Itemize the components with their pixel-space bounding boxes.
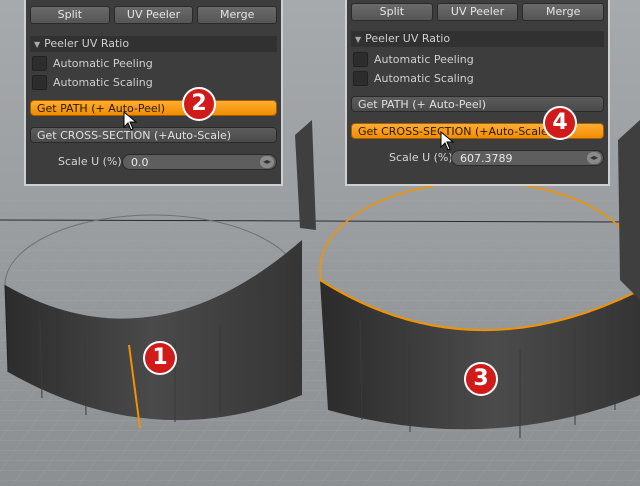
checkbox-label: Automatic Peeling xyxy=(374,52,474,66)
spinner-icon[interactable]: ◂▸ xyxy=(587,152,601,164)
scale-u-input[interactable]: 0.0 ◂▸ xyxy=(122,154,277,170)
checkbox-label: Automatic Peeling xyxy=(53,56,153,70)
mouse-cursor-icon xyxy=(123,111,138,131)
uv-tools-panel-left: Split UV Peeler Merge ▼ Peeler UV Ratio A… xyxy=(24,0,283,186)
checkbox-box[interactable] xyxy=(353,51,368,67)
get-cross-section-button[interactable]: Get CROSS-SECTION (+Auto-Scale) xyxy=(30,127,277,143)
mouse-cursor-icon xyxy=(440,131,455,151)
triangle-down-icon: ▼ xyxy=(34,40,41,49)
checkbox-label: Automatic Scaling xyxy=(374,71,474,85)
scale-u-value: 607.3789 xyxy=(460,152,513,165)
merge-button[interactable]: Merge xyxy=(197,6,278,24)
scale-u-input[interactable]: 607.3789 ◂▸ xyxy=(451,150,604,166)
section-title: Peeler UV Ratio xyxy=(44,37,130,50)
automatic-peeling-checkbox[interactable]: Automatic Peeling xyxy=(32,55,153,71)
peeler-uv-ratio-section[interactable]: ▼ Peeler UV Ratio xyxy=(351,31,604,47)
step-badge-1: 1 xyxy=(143,341,177,375)
split-button[interactable]: Split xyxy=(30,6,110,24)
scale-u-row: Scale U (%) 607.3789 ◂▸ xyxy=(351,149,604,167)
triangle-down-icon: ▼ xyxy=(355,35,362,44)
top-button-row: Split UV Peeler Merge xyxy=(351,3,605,21)
merge-button[interactable]: Merge xyxy=(522,3,605,21)
checkbox-box[interactable] xyxy=(353,70,368,86)
section-title: Peeler UV Ratio xyxy=(365,32,451,45)
scale-u-label: Scale U (%) xyxy=(389,151,453,164)
peeler-uv-ratio-section[interactable]: ▼ Peeler UV Ratio xyxy=(30,36,277,52)
scale-u-row: Scale U (%) 0.0 ◂▸ xyxy=(30,153,277,171)
spinner-icon[interactable]: ◂▸ xyxy=(260,156,274,168)
automatic-peeling-checkbox[interactable]: Automatic Peeling xyxy=(353,51,474,67)
step-badge-4: 4 xyxy=(543,106,577,140)
uv-tools-panel-right: Split UV Peeler Merge ▼ Peeler UV Ratio A… xyxy=(345,0,610,186)
checkbox-label: Automatic Scaling xyxy=(53,75,153,89)
automatic-scaling-checkbox[interactable]: Automatic Scaling xyxy=(353,70,474,86)
top-button-row: Split UV Peeler Merge xyxy=(30,6,278,24)
step-badge-3: 3 xyxy=(464,362,498,396)
get-path-button[interactable]: Get PATH (+ Auto-Peel) xyxy=(30,100,277,116)
step-badge-2: 2 xyxy=(182,87,216,121)
scale-u-label: Scale U (%) xyxy=(58,155,122,168)
uv-peeler-button[interactable]: UV Peeler xyxy=(113,6,194,24)
scale-u-value: 0.0 xyxy=(131,156,149,169)
split-button[interactable]: Split xyxy=(351,3,433,21)
automatic-scaling-checkbox[interactable]: Automatic Scaling xyxy=(32,74,153,90)
checkbox-box[interactable] xyxy=(32,55,47,71)
checkbox-box[interactable] xyxy=(32,74,47,90)
uv-peeler-button[interactable]: UV Peeler xyxy=(436,3,519,21)
